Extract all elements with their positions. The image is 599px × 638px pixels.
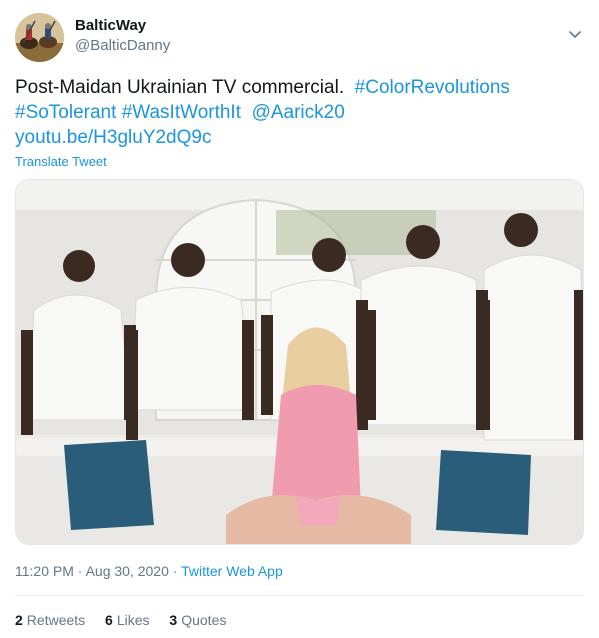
likes-label: Likes bbox=[116, 612, 150, 628]
mention-link[interactable]: @Aarick20 bbox=[252, 102, 345, 123]
divider bbox=[15, 595, 584, 596]
retweets-stat[interactable]: 2 Retweets bbox=[15, 612, 85, 628]
tweet-time[interactable]: 11:20 PM bbox=[15, 563, 74, 579]
video-thumbnail[interactable] bbox=[15, 179, 584, 545]
quotes-count: 3 bbox=[169, 612, 178, 628]
translate-tweet-link[interactable]: Translate Tweet bbox=[15, 154, 107, 169]
meta-separator: · bbox=[172, 563, 178, 579]
likes-stat[interactable]: 6 Likes bbox=[105, 612, 149, 628]
knights-on-horseback-avatar-icon bbox=[15, 13, 64, 62]
external-link[interactable]: youtu.be/H3gluY2dQ9c bbox=[15, 127, 211, 148]
tv-commercial-still-image bbox=[16, 180, 583, 544]
tweet-text-plain: Post-Maidan Ukrainian TV commercial. bbox=[15, 77, 345, 98]
hashtag-link[interactable]: #ColorRevolutions bbox=[355, 77, 510, 98]
quotes-label: Quotes bbox=[181, 612, 227, 628]
retweets-label: Retweets bbox=[26, 612, 86, 628]
hashtag-link[interactable]: #WasItWorthIt bbox=[122, 102, 241, 123]
author-avatar[interactable] bbox=[15, 13, 64, 62]
tweet-date[interactable]: Aug 30, 2020 bbox=[86, 563, 169, 579]
tweet-meta: 11:20 PM · Aug 30, 2020 · Twitter Web Ap… bbox=[15, 563, 283, 579]
tweet-card: BalticWay @BalticDanny Post-Maidan Ukrai… bbox=[0, 0, 599, 638]
author-display-name[interactable]: BalticWay bbox=[75, 17, 146, 34]
quotes-stat[interactable]: 3 Quotes bbox=[169, 612, 226, 628]
author-handle[interactable]: @BalticDanny bbox=[75, 37, 170, 54]
likes-count: 6 bbox=[105, 612, 113, 628]
hashtag-link[interactable]: #SoTolerant bbox=[15, 102, 116, 123]
tweet-stats: 2 Retweets 6 Likes 3 Quotes bbox=[15, 612, 242, 628]
meta-separator: · bbox=[77, 563, 83, 579]
retweets-count: 2 bbox=[15, 612, 23, 628]
tweet-text: Post-Maidan Ukrainian TV commercial. #Co… bbox=[15, 75, 575, 150]
chevron-down-icon[interactable] bbox=[567, 26, 583, 42]
tweet-source-link[interactable]: Twitter Web App bbox=[181, 563, 283, 579]
